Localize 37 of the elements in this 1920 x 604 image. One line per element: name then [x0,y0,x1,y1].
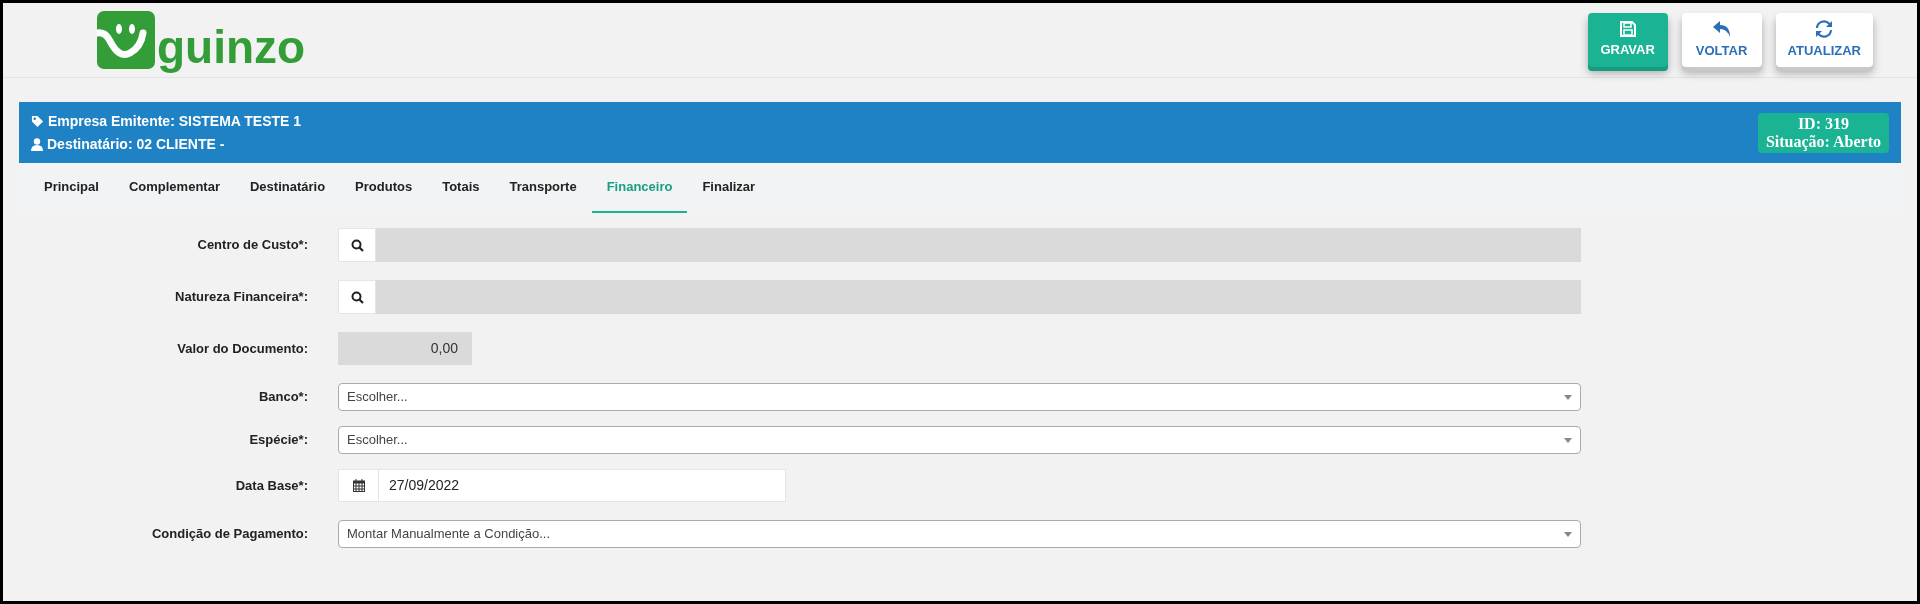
field-label: Data Base*: [234,476,309,495]
select-field[interactable]: Escolher... [338,383,1581,411]
document-id: ID: 319 [1797,114,1849,133]
refresh-icon [1815,19,1834,38]
input-field[interactable] [376,280,1581,314]
document-status: Situação: Aberto [1765,132,1881,151]
logo-icon [97,11,155,69]
input-field[interactable] [376,228,1581,262]
search-icon [350,290,364,304]
select-field[interactable]: Escolher... [338,426,1581,454]
tab[interactable]: Destinatário [234,163,341,213]
field-label: Banco*: [257,388,309,407]
field-label: Espécie*: [248,431,309,450]
caret-icon [1564,394,1572,400]
save-icon [1619,20,1636,37]
tab[interactable]: Finalizar [687,163,771,213]
tag-icon [31,114,44,128]
input-field[interactable]: 0,00 [338,332,472,365]
tab[interactable]: Transporte [494,163,592,213]
search-icon [350,238,364,252]
tab[interactable]: Complementar [113,163,235,213]
tab[interactable]: Totais [427,163,495,213]
issuer-text: Empresa Emitente: SISTEMA TESTE 1 [48,111,302,131]
recipient-text: Destinatário: 02 CLIENTE - [47,134,225,154]
reply-arrow-icon [1711,19,1732,38]
search-button[interactable] [338,280,376,314]
caret-icon [1564,531,1572,537]
tab[interactable]: Produtos [340,163,428,213]
field-label: Centro de Custo*: [196,236,309,255]
field-label: Condição de Pagamento: [150,525,309,544]
user-icon [31,137,43,151]
field-label: Natureza Financeira*: [174,288,309,307]
tab[interactable]: Principal [29,163,114,213]
select-field[interactable]: Montar Manualmente a Condição... [338,520,1581,548]
field-label: Valor do Documento: [176,339,309,358]
caret-icon [1564,437,1572,443]
search-button[interactable] [338,228,376,262]
